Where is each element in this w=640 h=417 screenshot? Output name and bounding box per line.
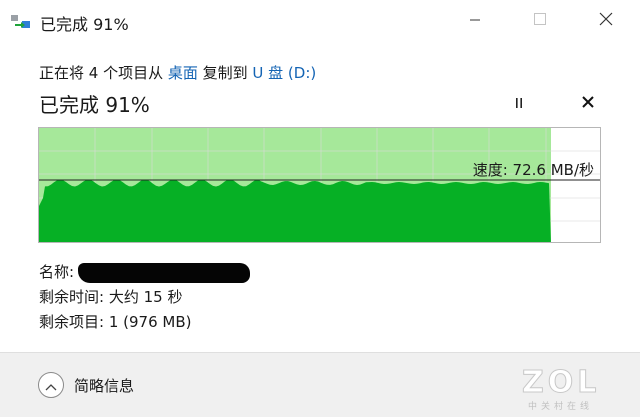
close-icon <box>599 11 613 30</box>
speed-label: 速度: 72.6 MB/秒 <box>472 161 594 179</box>
minimize-button[interactable] <box>452 0 498 40</box>
source-link[interactable]: 桌面 <box>168 64 198 82</box>
zol-watermark: ZOL 中关村在线 <box>521 365 622 413</box>
window-title: 已完成 91% <box>40 15 129 34</box>
cancel-icon <box>581 94 595 113</box>
title-bar: 已完成 91% <box>0 0 640 44</box>
watermark-logo: ZOL <box>521 365 601 401</box>
watermark-subtext: 中关村在线 <box>528 402 594 412</box>
name-label: 名称: <box>39 263 75 281</box>
maximize-button[interactable] <box>517 0 563 40</box>
items-value: 1 (976 MB) <box>108 313 192 331</box>
time-remaining-row: 剩余时间: 大约 15 秒 <box>39 286 182 307</box>
pause-button[interactable] <box>506 90 532 116</box>
speed-graph-canvas <box>39 128 600 242</box>
chevron-up-icon <box>45 376 57 395</box>
copy-description: 正在将 4 个项目从 桌面 复制到 U 盘 (D:) <box>39 62 316 83</box>
copy-prefix-text: 正在将 4 个项目从 <box>39 64 168 82</box>
close-button[interactable] <box>583 0 629 40</box>
copy-middle-text: 复制到 <box>197 64 253 82</box>
copy-arrow-icon <box>11 13 31 29</box>
time-value: 大约 15 秒 <box>108 288 183 306</box>
minimize-icon <box>469 11 481 30</box>
speed-graph: 速度: 72.6 MB/秒 <box>38 127 601 243</box>
speed-area <box>39 179 551 242</box>
footer-bar: 简略信息 ZOL 中关村在线 <box>0 352 640 417</box>
cancel-copy-button[interactable] <box>575 90 601 116</box>
progress-heading: 已完成 91% <box>39 93 150 117</box>
collapse-details-button[interactable] <box>38 372 64 398</box>
pause-icon <box>513 94 525 113</box>
redacted-file-name <box>78 262 251 283</box>
collapse-details-label[interactable]: 简略信息 <box>74 375 134 396</box>
time-label: 剩余时间: <box>39 288 105 306</box>
destination-link[interactable]: U 盘 (D:) <box>252 64 316 82</box>
copy-progress-window: 已完成 91% 正在将 4 个项目从 桌面 复制到 U 盘 (D:) 已完成 9… <box>0 0 640 417</box>
maximize-icon <box>533 11 547 30</box>
items-label: 剩余项目: <box>39 313 105 331</box>
file-name-row: 名称: <box>39 261 251 283</box>
items-remaining-row: 剩余项目: 1 (976 MB) <box>39 311 192 332</box>
